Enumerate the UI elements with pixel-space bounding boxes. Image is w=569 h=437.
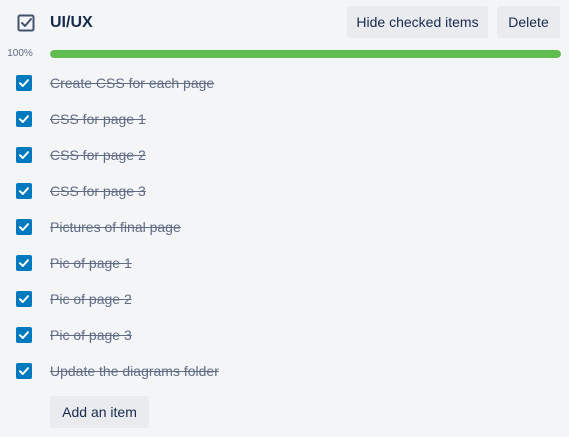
item-label[interactable]: CSS for page 1 [50, 110, 146, 128]
item-checkbox[interactable] [16, 291, 32, 307]
checkmark-icon [19, 115, 29, 123]
checklist-header: UI/UX Hide checked items Delete [0, 0, 569, 46]
checklist-progress: 100% [0, 46, 569, 62]
item-checkbox[interactable] [16, 111, 32, 127]
checkmark-icon [19, 331, 29, 339]
delete-button[interactable]: Delete [497, 6, 560, 38]
item-checkbox[interactable] [16, 363, 32, 379]
item-label[interactable]: Pic of page 1 [50, 254, 132, 272]
item-label[interactable]: Pictures of final page [50, 218, 181, 236]
checkmark-icon [19, 259, 29, 267]
checkmark-icon [19, 295, 29, 303]
checklist-item: CSS for page 3 [0, 173, 569, 209]
checklist-item: Pic of page 2 [0, 281, 569, 317]
checklist-item: CSS for page 1 [0, 101, 569, 137]
checklist-item: Pictures of final page [0, 209, 569, 245]
item-label[interactable]: Pic of page 2 [50, 290, 132, 308]
checklist-item: Pic of page 1 [0, 245, 569, 281]
checkmark-icon [19, 187, 29, 195]
item-checkbox[interactable] [16, 147, 32, 163]
item-checkbox[interactable] [16, 183, 32, 199]
item-label[interactable]: CSS for page 3 [50, 182, 146, 200]
item-label[interactable]: Create CSS for each page [50, 74, 214, 92]
checklist-item: Create CSS for each page [0, 65, 569, 101]
hide-checked-items-button[interactable]: Hide checked items [347, 6, 488, 38]
checkmark-icon [19, 79, 29, 87]
checklist-item: CSS for page 2 [0, 137, 569, 173]
item-checkbox[interactable] [16, 327, 32, 343]
checklist-item: Pic of page 3 [0, 317, 569, 353]
item-checkbox[interactable] [16, 255, 32, 271]
checkmark-icon [19, 367, 29, 375]
progress-bar-fill [50, 50, 561, 58]
checklist-icon [16, 13, 36, 33]
add-item-button[interactable]: Add an item [50, 396, 149, 428]
progress-bar [50, 50, 561, 58]
checklist-items: Create CSS for each page CSS for page 1 CS… [0, 65, 569, 389]
item-checkbox[interactable] [16, 75, 32, 91]
checklist-title[interactable]: UI/UX [50, 12, 93, 34]
progress-percentage: 100% [7, 48, 33, 59]
item-checkbox[interactable] [16, 219, 32, 235]
item-label[interactable]: Update the diagrams folder [50, 362, 219, 380]
item-label[interactable]: CSS for page 2 [50, 146, 146, 164]
checkmark-icon [19, 151, 29, 159]
item-label[interactable]: Pic of page 3 [50, 326, 132, 344]
checkmark-icon [19, 223, 29, 231]
checklist-item: Update the diagrams folder [0, 353, 569, 389]
